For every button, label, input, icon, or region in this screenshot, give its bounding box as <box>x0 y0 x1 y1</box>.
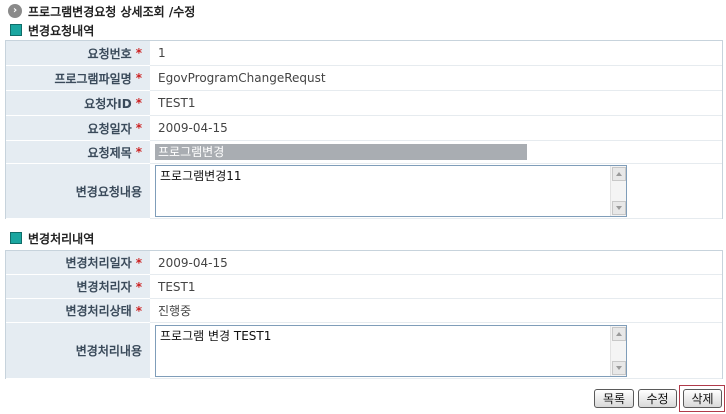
edit-button[interactable]: 수정 <box>638 389 677 408</box>
process-content-text: 프로그램 변경 TEST1 <box>160 328 272 343</box>
page-title: › 프로그램변경요청 상세조회 /수정 <box>8 2 195 20</box>
list-button[interactable]: 목록 <box>594 389 634 408</box>
scroll-up-button[interactable] <box>612 167 626 181</box>
process-status-value: 진행중 <box>150 299 722 323</box>
process-content-cell: 프로그램 변경 TEST1 <box>150 323 722 379</box>
request-no-value: 1 <box>150 41 722 66</box>
request-date-value: 2009-04-15 <box>150 116 722 141</box>
required-mark: * <box>135 279 142 294</box>
row-request-date: 요청일자 * 2009-04-15 <box>6 116 722 141</box>
request-no-label: 요청번호 * <box>6 41 150 66</box>
scroll-up-button[interactable] <box>612 326 626 341</box>
process-section-heading-text: 변경처리내역 <box>28 231 95 246</box>
requester-id-value: TEST1 <box>150 91 722 116</box>
request-date-label: 요청일자 * <box>6 116 150 141</box>
scroll-down-button[interactable] <box>612 360 626 375</box>
page-title-text: 프로그램변경요청 상세조회 /수정 <box>28 4 196 19</box>
arrow-circle-icon: › <box>8 4 22 18</box>
row-process-content: 변경처리내용 프로그램 변경 TEST1 <box>6 323 722 379</box>
required-mark: * <box>135 255 142 270</box>
arrow-up-icon <box>616 172 622 176</box>
arrow-down-icon <box>616 365 622 370</box>
request-content-cell: 프로그램변경11 <box>150 164 722 219</box>
process-content-label: 변경처리내용 <box>6 323 150 379</box>
scrollbar[interactable] <box>610 166 626 216</box>
row-processor: 변경처리자 * TEST1 <box>6 275 722 299</box>
request-section-heading-text: 변경요청내역 <box>28 23 95 38</box>
process-form: 변경처리일자 * 2009-04-15 변경처리자 * TEST1 변경처리상태 * … <box>5 250 723 379</box>
arrow-up-icon <box>616 331 622 336</box>
request-section-heading: 변경요청내역 <box>10 22 94 38</box>
request-title-cell: 프로그램변경 <box>150 141 722 164</box>
scroll-down-button[interactable] <box>612 201 626 215</box>
row-request-content: 변경요청내용 프로그램변경11 <box>6 164 722 219</box>
request-title-input[interactable]: 프로그램변경 <box>155 144 527 160</box>
teal-square-icon <box>10 232 22 244</box>
row-process-status: 변경처리상태 * 진행중 <box>6 299 722 323</box>
process-status-label: 변경처리상태 * <box>6 299 150 323</box>
row-request-no: 요청번호 * 1 <box>6 41 722 66</box>
required-mark: * <box>135 145 142 159</box>
row-program-file: 프로그램파일명 * EgovProgramChangeRequst <box>6 66 722 91</box>
process-date-label: 변경처리일자 * <box>6 251 150 275</box>
scrollbar[interactable] <box>610 325 626 376</box>
teal-square-icon <box>10 24 22 36</box>
required-mark: * <box>135 121 142 135</box>
row-request-title: 요청제목 * 프로그램변경 <box>6 141 722 164</box>
row-requester-id: 요청자ID * TEST1 <box>6 91 722 116</box>
processor-value: TEST1 <box>150 275 722 299</box>
request-content-textarea[interactable]: 프로그램변경11 <box>155 165 627 217</box>
row-process-date: 변경처리일자 * 2009-04-15 <box>6 251 722 275</box>
requester-id-label: 요청자ID * <box>6 91 150 116</box>
request-content-label: 변경요청내용 <box>6 164 150 219</box>
process-content-textarea[interactable]: 프로그램 변경 TEST1 <box>155 324 627 377</box>
arrow-down-icon <box>616 206 622 210</box>
program-file-value: EgovProgramChangeRequst <box>150 66 722 91</box>
required-mark: * <box>135 303 142 318</box>
process-section-heading: 변경처리내역 <box>10 230 94 246</box>
processor-label: 변경처리자 * <box>6 275 150 299</box>
required-mark: * <box>135 96 142 110</box>
required-mark: * <box>135 71 142 85</box>
required-mark: * <box>135 46 142 60</box>
program-file-label: 프로그램파일명 * <box>6 66 150 91</box>
request-content-text: 프로그램변경11 <box>160 169 242 183</box>
delete-button[interactable]: 삭제 <box>683 389 722 408</box>
request-title-label: 요청제목 * <box>6 141 150 164</box>
process-date-value: 2009-04-15 <box>150 251 722 275</box>
request-form: 요청번호 * 1 프로그램파일명 * EgovProgramChangeRequst… <box>5 40 723 219</box>
